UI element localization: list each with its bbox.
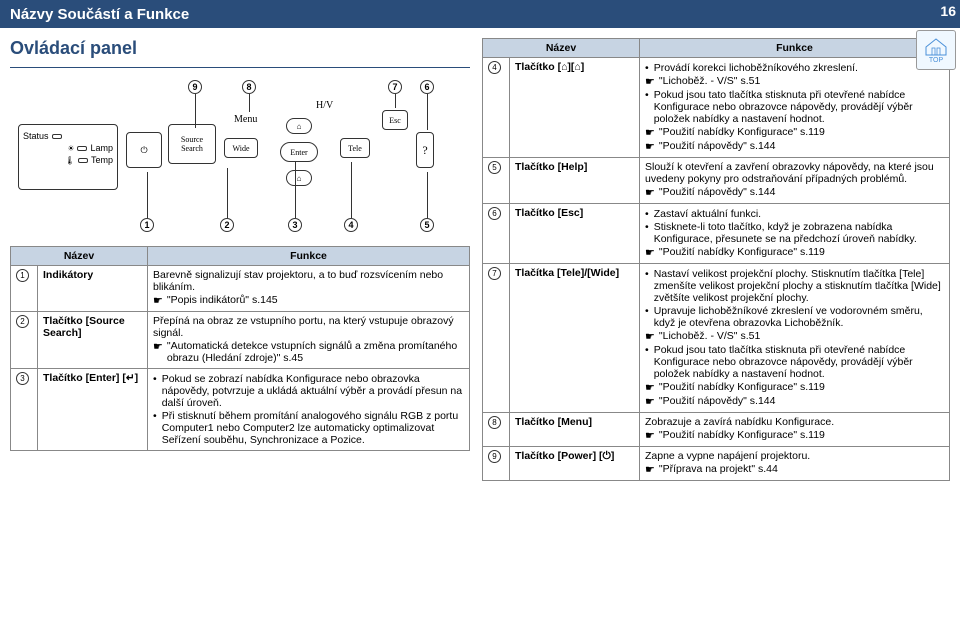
table-row: 4 Tlačítko [⌂][⌂] Provádí korekci lichob… bbox=[483, 58, 950, 158]
hv-label: H/V bbox=[316, 100, 333, 111]
control-panel-diagram: 9 8 7 6 Status ☀ Lamp 🌡 Temp ⏻ Source Se… bbox=[10, 78, 470, 238]
table-header-row: Název Funkce bbox=[11, 247, 470, 266]
section-rule bbox=[10, 67, 470, 68]
callout-1: 1 bbox=[140, 218, 154, 232]
status-panel: Status ☀ Lamp 🌡 Temp bbox=[18, 124, 118, 190]
page-number: 16 bbox=[940, 3, 956, 19]
table-row: 1 Indikátory Barevně signalizují stav pr… bbox=[11, 266, 470, 312]
callout-3: 3 bbox=[288, 218, 302, 232]
enter-cluster: ⌂ Enter ⌂ bbox=[268, 114, 328, 204]
table-row: 7 Tlačítka [Tele]/[Wide] Nastaví velikos… bbox=[483, 264, 950, 413]
callout-6: 6 bbox=[420, 80, 434, 94]
status-label: Status bbox=[23, 131, 49, 141]
table-row: 3 Tlačítko [Enter] [↵] Pokud se zobrazí … bbox=[11, 369, 470, 451]
callout-5: 5 bbox=[420, 218, 434, 232]
table-row: 5 Tlačítko [Help] Slouží k otevření a za… bbox=[483, 158, 950, 204]
left-description-table: Název Funkce 1 Indikátory Barevně signal… bbox=[10, 246, 470, 451]
wide-button: Wide bbox=[224, 138, 258, 158]
table-row: 8 Tlačítko [Menu] Zobrazuje a zavírá nab… bbox=[483, 413, 950, 447]
callout-7: 7 bbox=[388, 80, 402, 94]
source-search-button: Source Search bbox=[168, 124, 216, 164]
menu-label: Menu bbox=[234, 114, 257, 125]
callout-4: 4 bbox=[344, 218, 358, 232]
help-button: ? bbox=[416, 132, 434, 168]
callout-9: 9 bbox=[188, 80, 202, 94]
table-row: 9 Tlačítko [Power] [⏻] Zapne a vypne nap… bbox=[483, 447, 950, 481]
callout-8: 8 bbox=[242, 80, 256, 94]
col-name: Název bbox=[11, 247, 148, 266]
col-func: Funkce bbox=[148, 247, 470, 266]
enter-button: Enter bbox=[280, 142, 318, 162]
page-header: Názvy Součástí a Funkce bbox=[0, 0, 960, 28]
lamp-label: Lamp bbox=[90, 143, 113, 153]
esc-button: Esc bbox=[382, 110, 408, 130]
top-label: TOP bbox=[929, 57, 943, 64]
section-title: Ovládací panel bbox=[10, 38, 470, 59]
tele-button: Tele bbox=[340, 138, 370, 158]
col-name: Název bbox=[483, 39, 640, 58]
table-header-row: Název Funkce bbox=[483, 39, 950, 58]
keystone-up-button: ⌂ bbox=[286, 118, 312, 134]
header-title: Názvy Součástí a Funkce bbox=[10, 6, 950, 23]
keystone-down-button: ⌂ bbox=[286, 170, 312, 186]
temp-label: Temp bbox=[91, 155, 113, 165]
callout-2: 2 bbox=[220, 218, 234, 232]
top-link-icon[interactable]: TOP bbox=[916, 30, 956, 70]
page-corner: 16 TOP bbox=[890, 0, 960, 58]
table-row: 6 Tlačítko [Esc] Zastaví aktuální funkci… bbox=[483, 204, 950, 264]
power-button: ⏻ bbox=[126, 132, 162, 168]
table-row: 2 Tlačítko [Source Search] Přepíná na ob… bbox=[11, 312, 470, 369]
right-description-table: Název Funkce 4 Tlačítko [⌂][⌂] Provádí k… bbox=[482, 38, 950, 481]
